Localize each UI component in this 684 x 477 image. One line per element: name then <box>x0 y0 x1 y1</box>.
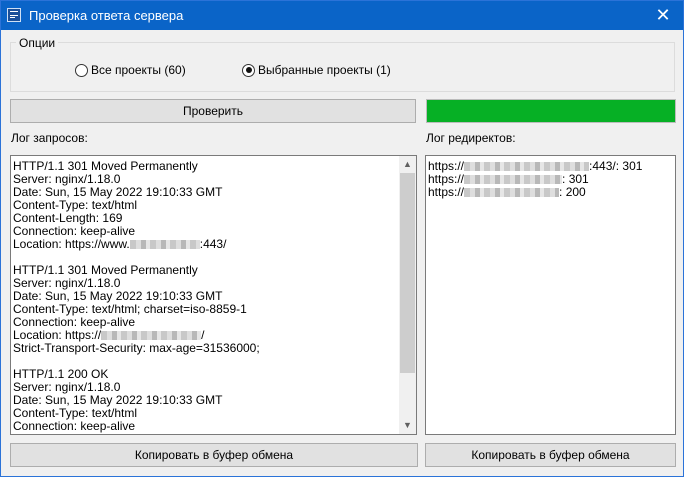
redacted-host <box>129 240 200 249</box>
request-log-line-text: Server: nginx/1.18.0 <box>13 276 121 290</box>
request-log-line-text: HTTP/1.1 200 OK <box>13 367 109 381</box>
scroll-down-icon[interactable]: ▼ <box>399 417 416 434</box>
radio-all-projects-label[interactable]: Все проекты (60) <box>91 63 186 77</box>
radio-all-projects[interactable]: Все проекты (60) <box>75 63 186 77</box>
progress-bar <box>426 99 676 123</box>
redacted-host <box>464 188 560 197</box>
copy-redirect-log-button[interactable]: Копировать в буфер обмена <box>425 443 676 467</box>
request-log-line <box>13 250 398 263</box>
request-log-line-text: Date: Sun, 15 May 2022 19:10:33 GMT <box>13 185 223 199</box>
request-log-line-text: Connection: keep-alive <box>13 224 136 238</box>
redirect-log-status: :443/: 301 <box>589 159 643 173</box>
redirect-log-label: Лог редиректов: <box>426 131 516 145</box>
request-log-line: Server: nginx/1.18.0 <box>13 380 398 394</box>
radio-selected-projects[interactable]: Выбранные проекты (1) <box>242 63 391 77</box>
request-log-line: Date: Sun, 15 May 2022 19:10:33 GMT <box>13 393 398 407</box>
request-log-line: Connection: keep-alive <box>13 315 398 329</box>
request-log-line-text: Date: Sun, 15 May 2022 19:10:33 GMT <box>13 289 223 303</box>
redirect-log-prefix: https:// <box>428 185 465 199</box>
request-log-line: Server: nginx/1.18.0 <box>13 276 398 290</box>
request-log-line: Date: Sun, 15 May 2022 19:10:33 GMT <box>13 289 398 303</box>
request-log-line-text: Content-Type: text/html <box>13 406 138 420</box>
radio-selected-projects-label[interactable]: Выбранные проекты (1) <box>258 63 391 77</box>
check-button[interactable]: Проверить <box>10 99 416 123</box>
request-log-line: Content-Type: text/html; charset=iso-885… <box>13 302 398 316</box>
request-log-line: Connection: keep-alive <box>13 419 398 433</box>
radio-all-projects-circle[interactable] <box>75 63 88 77</box>
request-log-line-text: Server: nginx/1.18.0 <box>13 172 121 186</box>
redirect-log-prefix: https:// <box>428 159 465 173</box>
request-log-line: Content-Type: text/html <box>13 198 398 212</box>
request-log-line: Content-Type: text/html <box>13 406 398 420</box>
redirect-log-textbox[interactable]: https:// :443/: 301 https:// : 301 https://:… <box>425 155 676 435</box>
request-log-line: Server: nginx/1.18.0 <box>13 172 398 186</box>
redirect-log-line: https:// : 301 <box>428 172 673 186</box>
copy-request-log-button[interactable]: Копировать в буфер обмена <box>10 443 418 467</box>
redacted-host <box>101 331 202 340</box>
app-window: Проверка ответа сервера ✕ Опции Все прое… <box>0 0 684 477</box>
request-log-line-text: Server: nginx/1.18.0 <box>13 380 121 394</box>
request-log-scrollbar[interactable]: ▲ ▼ <box>399 156 416 434</box>
request-log-line-text: Location: https:// <box>13 328 102 342</box>
request-log-line: HTTP/1.1 200 OK <box>13 367 398 381</box>
request-log-line-text: Connection: keep-alive <box>13 315 136 329</box>
request-log-line: Content-Length: 169 <box>13 211 398 225</box>
radio-selected-projects-circle[interactable] <box>242 63 255 77</box>
request-log-line-text: Content-Type: text/html <box>13 198 138 212</box>
request-log-line: Location: https://www. :443/ <box>13 237 398 251</box>
scroll-up-icon[interactable]: ▲ <box>399 156 416 173</box>
scroll-thumb[interactable] <box>400 173 415 373</box>
options-legend: Опции <box>16 36 59 50</box>
request-log-line-text: Location: https://www. <box>13 237 130 251</box>
request-log-line-text: Content-Length: 169 <box>13 211 123 225</box>
request-log-line: HTTP/1.1 301 Moved Permanently <box>13 159 398 173</box>
app-icon <box>7 8 21 22</box>
request-log-line <box>13 354 398 367</box>
request-log-line-text: Strict-Transport-Security: max-age=31536… <box>13 341 260 355</box>
request-log-line-suffix: :443/ <box>199 237 227 251</box>
request-log-line: Connection: keep-alive <box>13 224 398 238</box>
redacted-host <box>464 162 590 171</box>
request-log-line-text: Content-Type: text/html; charset=iso-885… <box>13 302 247 316</box>
redirect-log-content[interactable]: https:// :443/: 301 https:// : 301 https://:… <box>428 159 673 199</box>
title-bar[interactable]: Проверка ответа сервера ✕ <box>1 1 683 30</box>
window-title: Проверка ответа сервера <box>29 8 184 23</box>
close-icon[interactable]: ✕ <box>643 1 683 30</box>
request-log-line: HTTP/1.1 301 Moved Permanently <box>13 263 398 277</box>
request-log-textbox[interactable]: HTTP/1.1 301 Moved Permanently Server: ng… <box>10 155 417 435</box>
request-log-content[interactable]: HTTP/1.1 301 Moved Permanently Server: ng… <box>13 159 398 433</box>
redacted-host <box>464 175 563 184</box>
request-log-line: Location: https:// / <box>13 328 398 342</box>
progress-fill <box>427 100 675 122</box>
request-log-line-text: HTTP/1.1 301 Moved Permanently <box>13 263 198 277</box>
request-log-line: Date: Sun, 15 May 2022 19:10:33 GMT <box>13 185 398 199</box>
redirect-log-prefix: https:// <box>428 172 465 186</box>
redirect-log-line: https:// : 200 <box>428 185 673 199</box>
request-log-label: Лог запросов: <box>11 131 88 145</box>
request-log-line-text: Connection: keep-alive <box>13 419 136 433</box>
request-log-line: Strict-Transport-Security: max-age=31536… <box>13 341 398 355</box>
request-log-line-text: Date: Sun, 15 May 2022 19:10:33 GMT <box>13 393 223 407</box>
redirect-log-status: : 301 <box>562 172 589 186</box>
request-log-line-suffix: / <box>201 328 205 342</box>
redirect-log-status: : 200 <box>559 185 586 199</box>
request-log-line-text: HTTP/1.1 301 Moved Permanently <box>13 159 198 173</box>
redirect-log-line: https:// :443/: 301 <box>428 159 673 173</box>
